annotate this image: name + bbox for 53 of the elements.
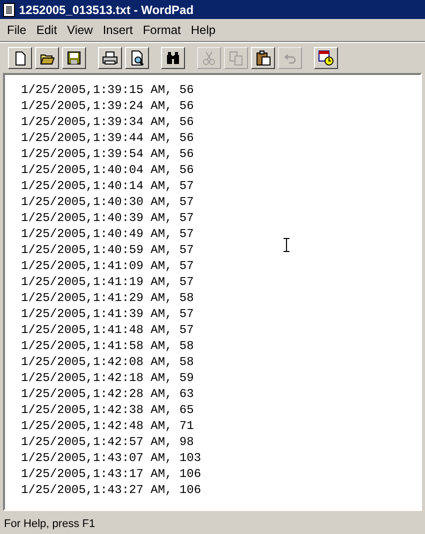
document-icon [3, 2, 15, 16]
text-line: 1/25/2005,1:43:27 AM, 106 [21, 482, 202, 498]
text-line: 1/25/2005,1:40:14 AM, 57 [21, 178, 194, 194]
text-line: 1/25/2005,1:43:07 AM, 103 [21, 450, 202, 466]
text-line: 1/25/2005,1:42:28 AM, 63 [21, 386, 194, 402]
text-line: 1/25/2005,1:40:49 AM, 57 [21, 226, 194, 242]
text-line: 1/25/2005,1:41:09 AM, 57 [21, 258, 194, 274]
binoculars-button[interactable] [161, 47, 185, 69]
text-line: 1/25/2005,1:41:58 AM, 58 [21, 338, 194, 354]
print-preview-icon [129, 50, 145, 66]
calendar-clock-button[interactable] [314, 47, 338, 69]
document-area[interactable] [3, 73, 422, 511]
text-cursor-icon [283, 238, 290, 252]
new-button[interactable] [8, 47, 32, 69]
text-line: 1/25/2005,1:42:57 AM, 98 [21, 434, 194, 450]
text-line: 1/25/2005,1:40:30 AM, 57 [21, 194, 194, 210]
clipboard-button[interactable] [251, 47, 275, 69]
text-line: 1/25/2005,1:41:19 AM, 57 [21, 274, 194, 290]
text-line: 1/25/2005,1:41:29 AM, 58 [21, 290, 194, 306]
text-line: 1/25/2005,1:40:04 AM, 56 [21, 162, 194, 178]
clipboard-icon [255, 50, 271, 66]
text-line: 1/25/2005,1:39:44 AM, 56 [21, 130, 194, 146]
text-line: 1/25/2005,1:42:48 AM, 71 [21, 418, 194, 434]
calendar-clock-icon [318, 50, 334, 66]
menu-item[interactable]: Insert [98, 21, 138, 39]
save-icon [66, 50, 82, 66]
menu-item[interactable]: File [2, 21, 32, 39]
text-line: 1/25/2005,1:39:15 AM, 56 [21, 82, 194, 98]
text-line: 1/25/2005,1:43:17 AM, 106 [21, 466, 202, 482]
menu-item[interactable]: Edit [31, 21, 62, 39]
save-button[interactable] [62, 47, 86, 69]
window-title: 1252005_013513.txt - WordPad [19, 2, 194, 18]
print-button[interactable] [98, 47, 122, 69]
text-line: 1/25/2005,1:39:24 AM, 56 [21, 98, 194, 114]
menu-item[interactable]: Format [138, 21, 186, 39]
text-line: 1/25/2005,1:40:59 AM, 57 [21, 242, 194, 258]
menu-item[interactable]: Help [186, 21, 221, 39]
text-line: 1/25/2005,1:41:39 AM, 57 [21, 306, 194, 322]
text-line: 1/25/2005,1:40:39 AM, 57 [21, 210, 194, 226]
status-text: For Help, press F1 [4, 516, 96, 532]
copy-icon [228, 50, 244, 66]
scissors-icon [201, 50, 217, 66]
text-line: 1/25/2005,1:39:54 AM, 56 [21, 146, 194, 162]
text-line: 1/25/2005,1:42:08 AM, 58 [21, 354, 194, 370]
menu-item[interactable]: View [62, 21, 98, 39]
text-line: 1/25/2005,1:42:18 AM, 59 [21, 370, 194, 386]
print-icon [102, 50, 118, 66]
binoculars-icon [165, 50, 181, 66]
folder-button[interactable] [35, 47, 59, 69]
text-line: 1/25/2005,1:41:48 AM, 57 [21, 322, 194, 338]
text-line: 1/25/2005,1:39:34 AM, 56 [21, 114, 194, 130]
print-preview-button[interactable] [125, 47, 149, 69]
text-line: 1/25/2005,1:42:38 AM, 65 [21, 402, 194, 418]
